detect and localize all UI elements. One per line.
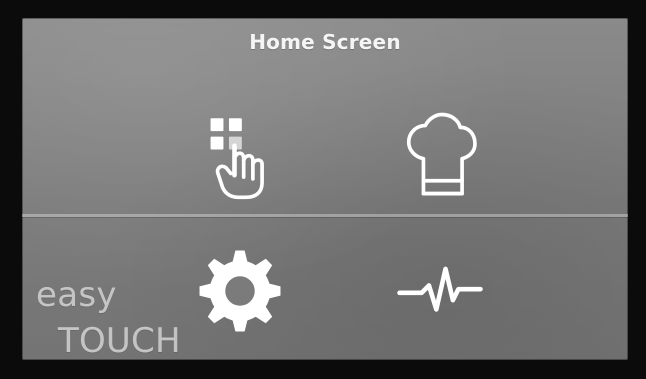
activity-icon bbox=[397, 266, 483, 312]
tiles-hand-button[interactable] bbox=[180, 100, 300, 210]
activity-button[interactable] bbox=[380, 236, 500, 346]
chef-hat-icon bbox=[406, 112, 477, 196]
brand-logo: easy TOUCH bbox=[36, 278, 181, 358]
chef-hat-button[interactable] bbox=[380, 100, 500, 210]
page-title: Home Screen bbox=[249, 30, 401, 54]
brand-line-2: TOUCH bbox=[58, 321, 181, 360]
tiles-hand-icon bbox=[210, 118, 264, 200]
divider bbox=[22, 214, 628, 217]
touchscreen: Home Screen easy TOUCH bbox=[22, 18, 628, 360]
brand-line-1: easy bbox=[36, 275, 117, 315]
settings-button[interactable] bbox=[180, 236, 300, 346]
gear-icon bbox=[199, 250, 281, 332]
device-frame: Home Screen easy TOUCH bbox=[0, 0, 646, 379]
